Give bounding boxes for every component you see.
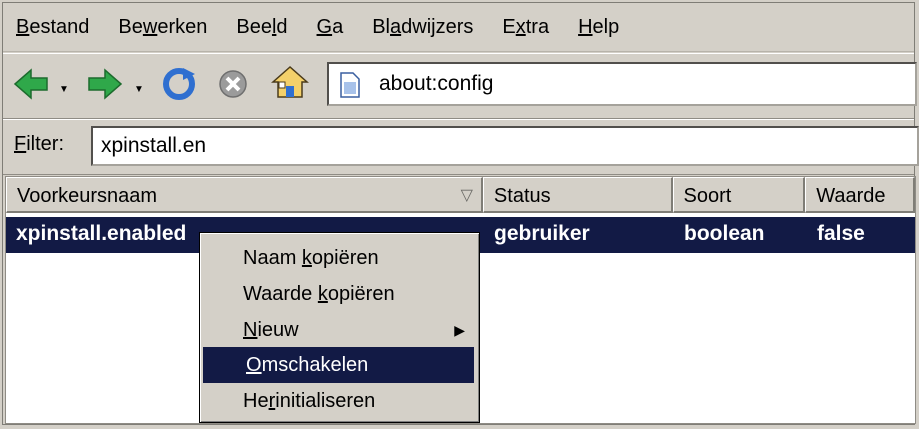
home-icon[interactable] xyxy=(271,64,309,100)
menu-item-copy-value[interactable]: Waarde kopiëren xyxy=(200,276,479,312)
sort-triangle-icon: ▽ xyxy=(460,187,473,204)
menu-ga[interactable]: Ga xyxy=(304,7,360,47)
menu-extra[interactable]: Extra xyxy=(489,7,565,47)
stop-icon[interactable] xyxy=(217,68,249,100)
table-header: Voorkeursnaam ▽ Status Soort Waarde xyxy=(6,177,916,213)
back-dropdown-icon[interactable]: ▼ xyxy=(59,84,69,95)
menubar: Bestand Bewerken Beeld Ga Bladwijzers Ex… xyxy=(3,3,914,52)
filter-bar: Filter: xpinstall.en xyxy=(3,119,919,175)
back-arrow-icon[interactable] xyxy=(13,68,49,100)
column-header-voorkeursnaam[interactable]: Voorkeursnaam ▽ xyxy=(6,177,483,213)
menu-item-copy-name[interactable]: Naam kopiëren xyxy=(200,240,479,276)
column-header-status[interactable]: Status xyxy=(482,177,673,213)
reload-icon[interactable] xyxy=(161,66,197,102)
cell-status: gebruiker xyxy=(494,222,590,245)
filter-label: Filter: xyxy=(14,133,65,155)
address-bar[interactable]: about:config xyxy=(327,62,917,106)
filter-input[interactable]: xpinstall.en xyxy=(91,126,919,166)
page-icon xyxy=(340,72,360,98)
navigation-toolbar: ▼ ▼ about:config xyxy=(3,53,917,119)
menu-bestand[interactable]: Bestand xyxy=(3,7,105,47)
submenu-arrow-icon: ▶ xyxy=(454,322,465,338)
forward-dropdown-icon[interactable]: ▼ xyxy=(134,84,144,95)
cell-value: false xyxy=(817,222,865,245)
menu-beeld[interactable]: Beeld xyxy=(223,7,303,47)
filter-value: xpinstall.en xyxy=(101,134,207,157)
column-header-waarde[interactable]: Waarde xyxy=(805,177,916,213)
context-menu: Naam kopiëren Waarde kopiëren Nieuw ▶ Om… xyxy=(199,232,480,423)
cell-name: xpinstall.enabled xyxy=(16,222,187,245)
url-text: about:config xyxy=(379,72,494,95)
menu-item-toggle[interactable]: Omschakelen xyxy=(203,347,474,383)
menu-bewerken[interactable]: Bewerken xyxy=(105,7,223,47)
forward-arrow-icon[interactable] xyxy=(87,68,123,100)
menu-help[interactable]: Help xyxy=(565,7,635,47)
menu-item-new[interactable]: Nieuw ▶ xyxy=(200,312,479,348)
menu-item-reset[interactable]: Herinitialiseren xyxy=(200,383,479,419)
menu-bladwijzers[interactable]: Bladwijzers xyxy=(359,7,489,47)
column-header-soort[interactable]: Soort xyxy=(672,177,806,213)
cell-type: boolean xyxy=(684,222,765,245)
